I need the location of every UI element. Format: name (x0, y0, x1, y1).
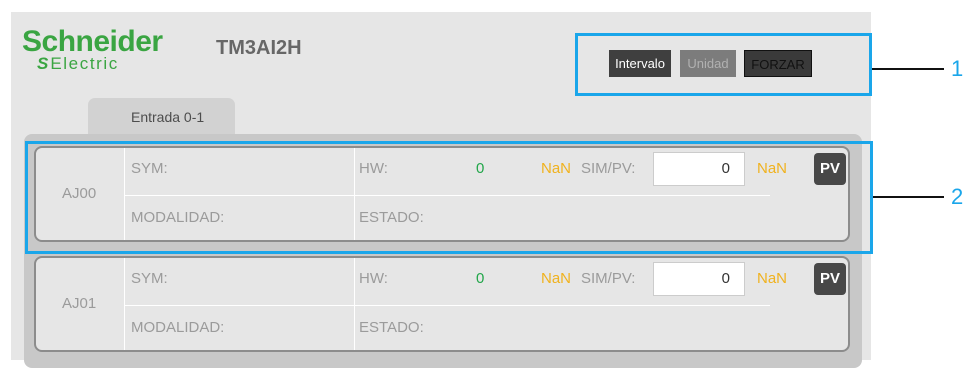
sim-pv-label: SIM/PV: (581, 270, 636, 287)
logo-wordmark: Schneider (22, 25, 163, 58)
callout-2-number: 2 (951, 184, 964, 209)
device-title: TM3AI2H (216, 37, 302, 59)
hw-value: 0 (476, 270, 485, 287)
channel-row-aj01: AJ01 SYM: MODALIDAD: HW: ESTADO: 0 NaN S… (34, 256, 850, 352)
logo-subtitle-text: Electric (50, 54, 119, 73)
sim-unit: NaN (757, 270, 788, 287)
logo-mark-icon: S (37, 54, 49, 73)
callout-1-number: 1 (951, 56, 964, 81)
schneider-electric-logo: Schneider S Electric (22, 25, 163, 74)
modalidad-label: MODALIDAD: (131, 319, 225, 336)
estado-label: ESTADO: (359, 319, 424, 336)
channel-name: AJ01 (62, 295, 97, 312)
callout-1-highlight (575, 33, 872, 96)
sim-pv-input[interactable]: 0 (653, 262, 745, 296)
hw-unit: NaN (541, 270, 572, 287)
tab-entrada-label: Entrada 0-1 (131, 109, 205, 125)
logo-subtitle: S Electric (37, 54, 119, 74)
callout-1-line (872, 68, 944, 70)
sym-label: SYM: (131, 270, 168, 287)
pv-button[interactable]: PV (814, 263, 846, 295)
hw-label: HW: (359, 270, 388, 287)
callout-2-highlight (25, 141, 873, 254)
callout-2-line (873, 196, 944, 198)
